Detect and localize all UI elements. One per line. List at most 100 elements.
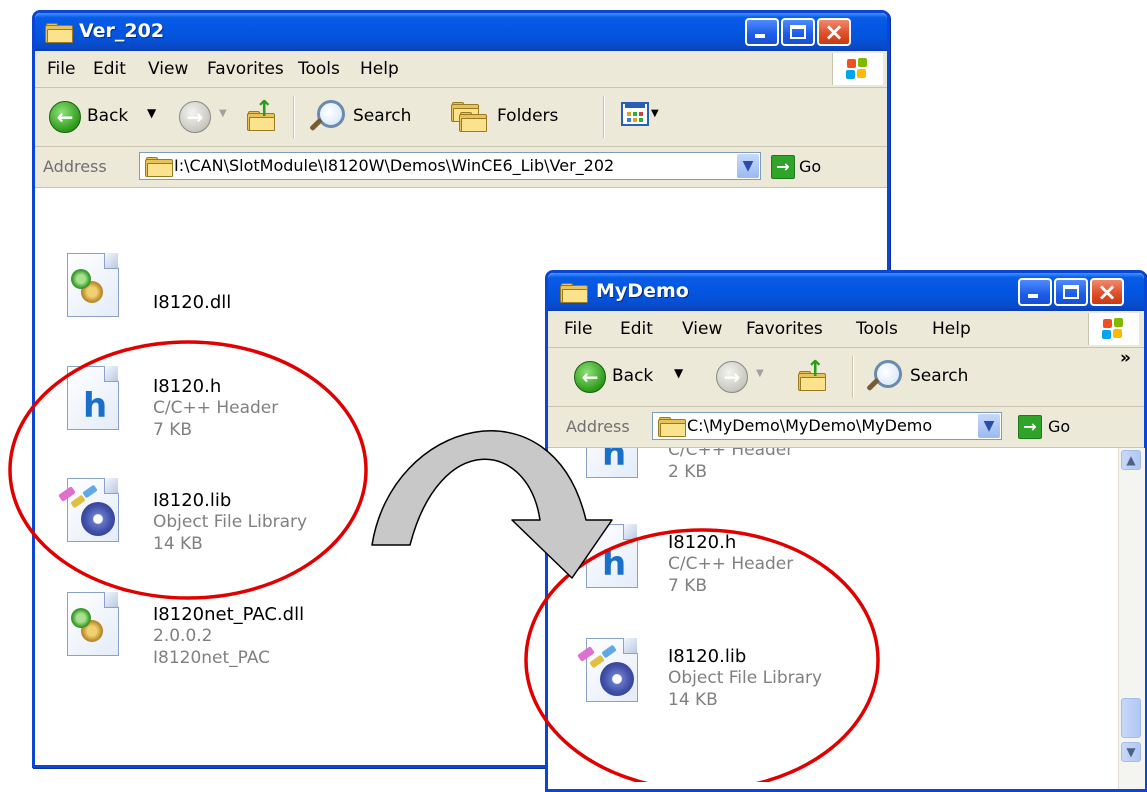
address-folder-icon	[658, 417, 686, 437]
views-dropdown-icon[interactable]: ▼	[651, 108, 659, 119]
scroll-up-button[interactable]: ▲	[1121, 450, 1141, 470]
menu-tools[interactable]: Tools	[856, 319, 898, 339]
toolbar: ← Back ▼ → ▼ ↑ Search »	[548, 348, 1144, 407]
search-button[interactable]: Search	[353, 106, 411, 126]
menu-help[interactable]: Help	[360, 59, 399, 79]
go-button[interactable]: Go	[1048, 417, 1070, 436]
menu-edit[interactable]: Edit	[93, 59, 126, 79]
back-button[interactable]: ←	[49, 101, 81, 133]
file-name-i8120-lib[interactable]: I8120.lib	[153, 490, 231, 511]
forward-dropdown-icon[interactable]: ▼	[219, 108, 227, 119]
up-arrow-icon: ↑	[255, 97, 274, 122]
menu-tools[interactable]: Tools	[298, 59, 340, 79]
scroll-down-button[interactable]: ▼	[1121, 742, 1141, 762]
windows-logo-icon	[1088, 313, 1139, 345]
file-name-i8120-lib[interactable]: I8120.lib	[668, 646, 746, 667]
maximize-button[interactable]	[781, 18, 815, 46]
library-file-icon[interactable]	[58, 478, 121, 542]
minimize-button[interactable]	[745, 18, 779, 46]
search-icon[interactable]	[307, 98, 347, 138]
vertical-scrollbar[interactable]: ▲ ▼	[1118, 448, 1145, 789]
chevron-up-icon: ▲	[1126, 453, 1136, 467]
address-bar: Address I:\CAN\SlotModule\I8120W\Demos\W…	[35, 147, 887, 188]
library-file-icon[interactable]	[577, 638, 640, 702]
minimize-button[interactable]	[1018, 278, 1052, 306]
address-label: Address	[43, 157, 107, 176]
file-size: 7 KB	[153, 420, 193, 440]
address-dropdown-button[interactable]: ▼	[737, 154, 759, 178]
menu-view[interactable]: View	[148, 59, 188, 79]
file-name-i8120-dll[interactable]: I8120.dll	[153, 292, 231, 313]
back-dropdown-icon[interactable]: ▼	[147, 106, 156, 120]
address-folder-icon	[145, 157, 173, 177]
go-arrow-icon[interactable]: →	[1018, 415, 1042, 439]
folders-icon[interactable]	[451, 100, 491, 134]
file-name-i8120-h[interactable]: I8120.h	[668, 532, 736, 553]
title-bar[interactable]: Ver_202 ×	[35, 13, 887, 51]
close-icon: ×	[1096, 278, 1118, 306]
address-dropdown-button[interactable]: ▼	[978, 414, 1000, 438]
close-button[interactable]: ×	[817, 18, 851, 46]
file-size: 7 KB	[668, 576, 708, 596]
forward-button[interactable]: →	[179, 101, 211, 133]
address-path: I:\CAN\SlotModule\I8120W\Demos\WinCE6_Li…	[174, 156, 615, 175]
file-list: h C/C++ Header 2 KB h I8120.h C/C++ Head…	[548, 448, 1118, 789]
file-size: 14 KB	[668, 690, 718, 710]
chevron-down-icon: ▼	[983, 418, 995, 434]
search-icon[interactable]	[864, 358, 904, 398]
file-name-i8120-h[interactable]: I8120.h	[153, 376, 221, 397]
file-type: Object File Library	[668, 668, 823, 688]
back-button[interactable]: ←	[574, 361, 606, 393]
address-label: Address	[566, 417, 630, 436]
up-folder-button[interactable]: ↑	[796, 359, 828, 393]
close-button[interactable]: ×	[1090, 278, 1124, 306]
up-folder-button[interactable]: ↑	[245, 99, 277, 133]
file-version: 2.0.0.2	[153, 626, 213, 646]
menu-view[interactable]: View	[682, 319, 722, 339]
address-input[interactable]: I:\CAN\SlotModule\I8120W\Demos\WinCE6_Li…	[139, 152, 761, 180]
file-name-i8120net-pac-dll[interactable]: I8120net_PAC.dll	[153, 604, 304, 625]
dll-icon[interactable]	[63, 592, 121, 656]
file-size: 14 KB	[153, 534, 203, 554]
folder-icon	[560, 283, 588, 303]
dll-icon[interactable]	[63, 253, 121, 317]
close-icon: ×	[823, 18, 845, 46]
header-file-icon[interactable]: h	[582, 524, 640, 588]
maximize-button[interactable]	[1054, 278, 1088, 306]
file-description: I8120net_PAC	[153, 648, 271, 668]
folders-button[interactable]: Folders	[497, 106, 558, 126]
folder-icon	[45, 23, 73, 43]
menu-help[interactable]: Help	[932, 319, 971, 339]
file-size: 2 KB	[668, 462, 708, 482]
views-icon[interactable]	[621, 102, 649, 126]
menu-edit[interactable]: Edit	[620, 319, 653, 339]
menu-file[interactable]: File	[47, 59, 75, 79]
title-bar[interactable]: MyDemo ×	[548, 273, 1144, 311]
menu-bar: File Edit View Favorites Tools Help	[35, 51, 887, 88]
forward-button[interactable]: →	[716, 361, 748, 393]
chevron-down-icon: ▼	[1126, 745, 1136, 759]
window-title: MyDemo	[596, 280, 689, 302]
address-bar: Address C:\MyDemo\MyDemo\MyDemo ▼ → Go	[548, 407, 1144, 448]
up-arrow-icon: ↑	[806, 357, 825, 382]
header-file-icon[interactable]: h	[63, 366, 121, 430]
go-arrow-icon[interactable]: →	[771, 155, 795, 179]
forward-dropdown-icon[interactable]: ▼	[756, 368, 764, 379]
scroll-thumb[interactable]	[1121, 698, 1141, 738]
forward-arrow-icon: →	[723, 365, 741, 389]
menu-favorites[interactable]: Favorites	[746, 319, 823, 339]
toolbar-overflow-button[interactable]: »	[1120, 348, 1131, 368]
header-file-icon[interactable]: h	[582, 448, 640, 478]
back-label[interactable]: Back	[612, 366, 653, 386]
back-dropdown-icon[interactable]: ▼	[674, 366, 683, 380]
back-label[interactable]: Back	[87, 106, 128, 126]
back-arrow-icon: ←	[56, 105, 74, 129]
go-button[interactable]: Go	[799, 157, 821, 176]
menu-file[interactable]: File	[564, 319, 592, 339]
menu-favorites[interactable]: Favorites	[207, 59, 284, 79]
file-type: C/C++ Header	[668, 554, 794, 574]
window-title: Ver_202	[79, 20, 165, 42]
search-button[interactable]: Search	[910, 366, 968, 386]
address-input[interactable]: C:\MyDemo\MyDemo\MyDemo ▼	[652, 412, 1002, 440]
explorer-window-mydemo: MyDemo × File Edit View Favorites Tools …	[545, 270, 1147, 792]
